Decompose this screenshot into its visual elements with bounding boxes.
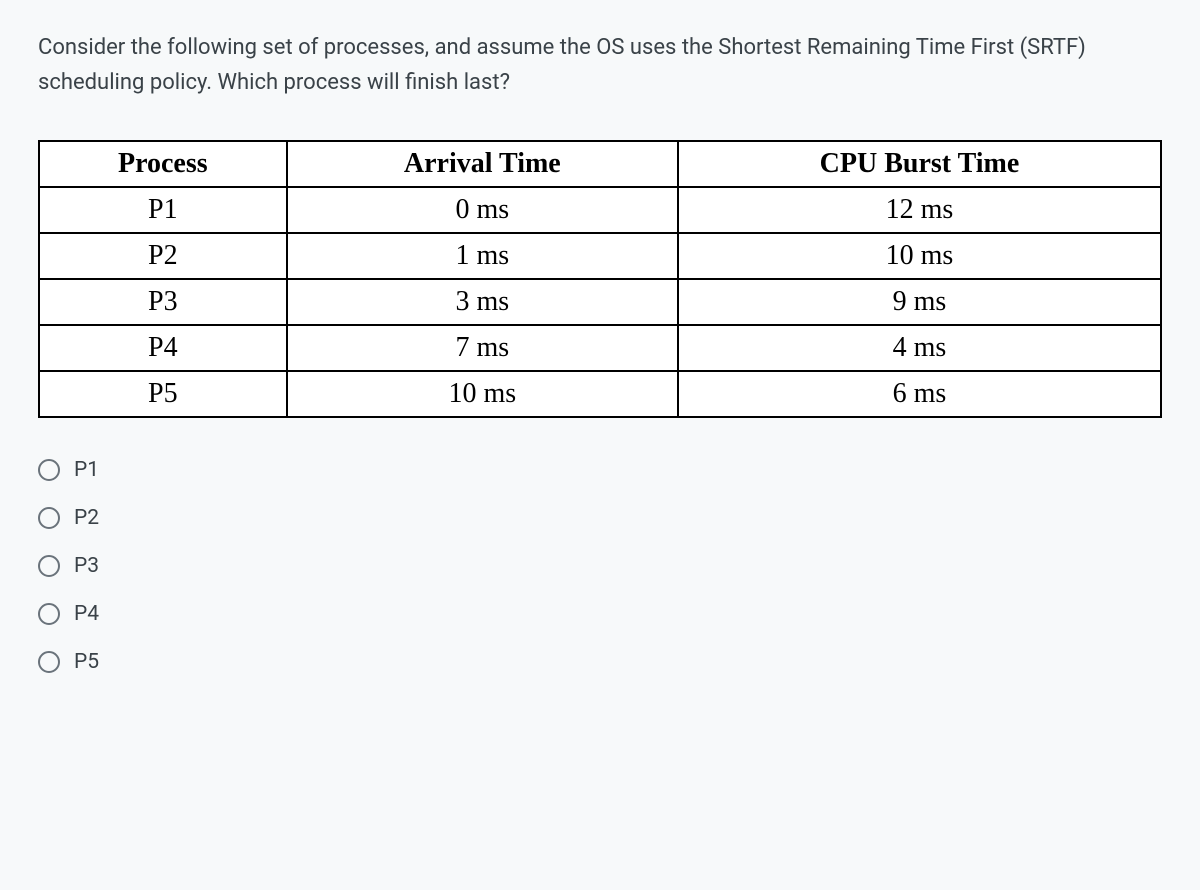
cell-process: P3 xyxy=(39,279,287,325)
option-p3[interactable]: P3 xyxy=(38,554,1162,578)
table-row: P1 0 ms 12 ms xyxy=(39,187,1161,233)
option-label: P1 xyxy=(74,458,99,482)
table-row: P4 7 ms 4 ms xyxy=(39,325,1161,371)
header-arrival-time: Arrival Time xyxy=(287,141,678,187)
option-label: P5 xyxy=(74,650,99,674)
cell-process: P5 xyxy=(39,371,287,417)
cell-burst: 12 ms xyxy=(678,187,1161,233)
header-cpu-burst-time: CPU Burst Time xyxy=(678,141,1161,187)
cell-arrival: 7 ms xyxy=(287,325,678,371)
radio-icon xyxy=(38,555,60,577)
cell-burst: 4 ms xyxy=(678,325,1161,371)
table-header-row: Process Arrival Time CPU Burst Time xyxy=(39,141,1161,187)
option-p1[interactable]: P1 xyxy=(38,458,1162,482)
cell-burst: 6 ms xyxy=(678,371,1161,417)
option-p2[interactable]: P2 xyxy=(38,506,1162,530)
header-process: Process xyxy=(39,141,287,187)
cell-arrival: 10 ms xyxy=(287,371,678,417)
radio-icon xyxy=(38,603,60,625)
process-table: Process Arrival Time CPU Burst Time P1 0… xyxy=(38,140,1162,418)
cell-process: P4 xyxy=(39,325,287,371)
question-text: Consider the following set of processes,… xyxy=(38,30,1162,100)
option-p4[interactable]: P4 xyxy=(38,602,1162,626)
options-list: P1 P2 P3 P4 P5 xyxy=(38,458,1162,674)
cell-burst: 10 ms xyxy=(678,233,1161,279)
cell-arrival: 1 ms xyxy=(287,233,678,279)
cell-burst: 9 ms xyxy=(678,279,1161,325)
table-row: P2 1 ms 10 ms xyxy=(39,233,1161,279)
table-row: P3 3 ms 9 ms xyxy=(39,279,1161,325)
option-label: P2 xyxy=(74,506,99,530)
radio-icon xyxy=(38,651,60,673)
cell-process: P2 xyxy=(39,233,287,279)
cell-arrival: 3 ms xyxy=(287,279,678,325)
radio-icon xyxy=(38,459,60,481)
table-row: P5 10 ms 6 ms xyxy=(39,371,1161,417)
cell-arrival: 0 ms xyxy=(287,187,678,233)
cell-process: P1 xyxy=(39,187,287,233)
option-p5[interactable]: P5 xyxy=(38,650,1162,674)
radio-icon xyxy=(38,507,60,529)
option-label: P4 xyxy=(74,602,99,626)
option-label: P3 xyxy=(74,554,99,578)
